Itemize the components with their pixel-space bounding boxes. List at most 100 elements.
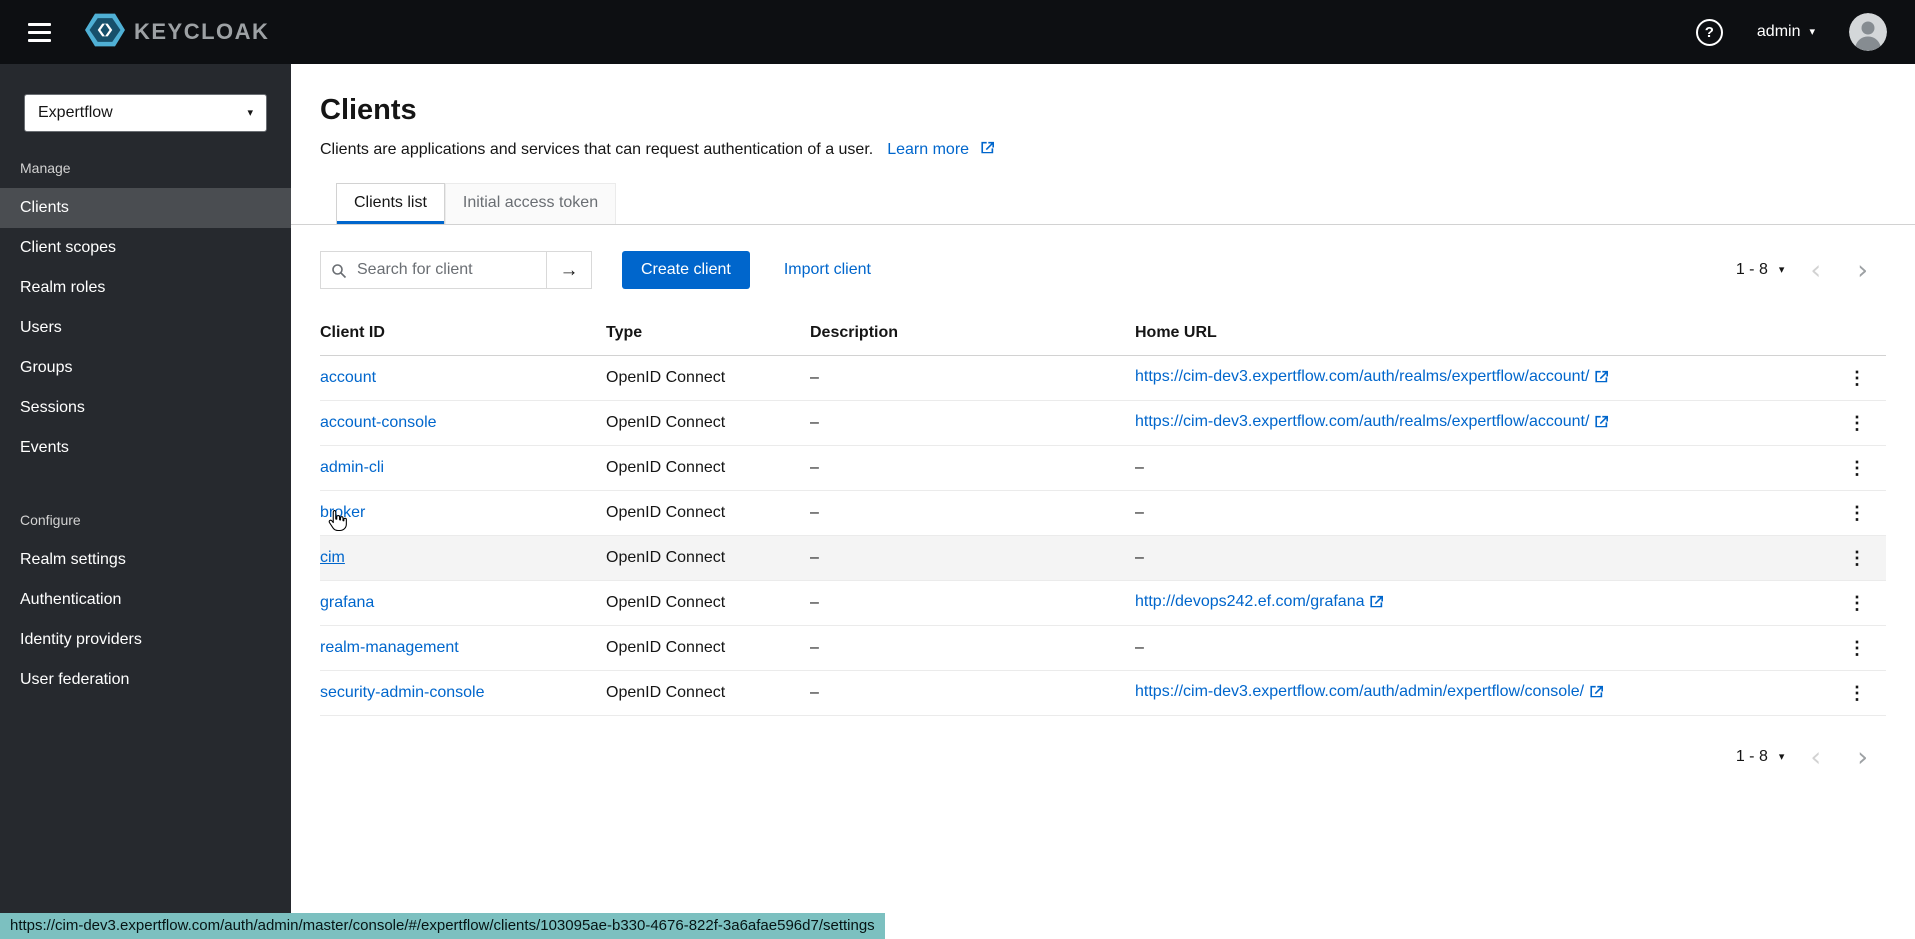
row-actions-kebab-button[interactable]: ⋮: [1840, 412, 1874, 434]
client-description: –: [810, 626, 1135, 671]
client-link[interactable]: security-admin-console: [320, 684, 485, 701]
pagination-next-button[interactable]: ›: [1839, 744, 1886, 771]
pagination-prev-button[interactable]: ‹: [1792, 257, 1839, 284]
keycloak-logo-icon: [85, 12, 125, 53]
home-url-link[interactable]: https://cim-dev3.expertflow.com/auth/rea…: [1135, 413, 1589, 430]
sidebar-item-user-federation[interactable]: User federation: [0, 660, 291, 700]
sidebar-item-authentication[interactable]: Authentication: [0, 580, 291, 620]
masthead-actions: ? admin ▾: [1696, 13, 1915, 51]
keycloak-logo[interactable]: KEYCLOAK: [85, 12, 269, 53]
learn-more-link[interactable]: Learn more: [887, 141, 994, 159]
sidebar-item-clients[interactable]: Clients: [0, 188, 291, 228]
sidebar-item-events[interactable]: Events: [0, 428, 291, 468]
row-actions-kebab-button[interactable]: ⋮: [1840, 367, 1874, 389]
row-actions-kebab-button[interactable]: ⋮: [1840, 637, 1874, 659]
pagination-menu-toggle[interactable]: 1 - 8 ▾: [1728, 255, 1793, 285]
column-type: Type: [606, 311, 810, 356]
sidebar-item-client-scopes[interactable]: Client scopes: [0, 228, 291, 268]
realm-selector[interactable]: Expertflow ▾: [24, 94, 267, 132]
clients-toolbar: → Create client Import client 1 - 8 ▾ ‹ …: [320, 251, 1886, 289]
pagination-prev-button[interactable]: ‹: [1792, 744, 1839, 771]
client-link[interactable]: account-console: [320, 414, 437, 431]
pagination-bottom: 1 - 8 ▾ ‹ ›: [1728, 742, 1886, 772]
sidebar-item-realm-roles[interactable]: Realm roles: [0, 268, 291, 308]
client-type: OpenID Connect: [606, 581, 810, 626]
avatar[interactable]: [1849, 13, 1887, 51]
tab-clients-list[interactable]: Clients list: [336, 183, 445, 224]
import-client-link[interactable]: Import client: [784, 261, 871, 279]
home-url-link[interactable]: https://cim-dev3.expertflow.com/auth/adm…: [1135, 683, 1584, 700]
nav-section-configure-label: Configure: [0, 468, 291, 540]
column-description: Description: [810, 311, 1135, 356]
hamburger-icon: [28, 23, 51, 42]
menu-toggle-button[interactable]: [20, 10, 59, 55]
table-row: broker OpenID Connect – – ⋮: [320, 491, 1886, 536]
client-description: –: [810, 536, 1135, 581]
client-link[interactable]: account: [320, 369, 376, 386]
tab-initial-access-token[interactable]: Initial access token: [445, 183, 616, 224]
chevron-down-icon: ▾: [1779, 752, 1785, 763]
search-input[interactable]: [321, 252, 546, 288]
row-actions-kebab-button[interactable]: ⋮: [1840, 502, 1874, 524]
client-link[interactable]: broker: [320, 504, 365, 521]
search-submit-button[interactable]: →: [546, 251, 592, 289]
table-row: account OpenID Connect – https://cim-dev…: [320, 356, 1886, 401]
client-type: OpenID Connect: [606, 356, 810, 401]
home-url-link[interactable]: http://devops242.ef.com/grafana: [1135, 593, 1364, 610]
sidebar-item-identity-providers[interactable]: Identity providers: [0, 620, 291, 660]
client-type: OpenID Connect: [606, 536, 810, 581]
clients-table: Client ID Type Description Home URL acco…: [320, 311, 1886, 716]
table-header-row: Client ID Type Description Home URL: [320, 311, 1886, 356]
client-type: OpenID Connect: [606, 671, 810, 716]
client-type: OpenID Connect: [606, 626, 810, 671]
client-description: –: [810, 581, 1135, 626]
sidebar-item-sessions[interactable]: Sessions: [0, 388, 291, 428]
client-link[interactable]: grafana: [320, 594, 374, 611]
client-description: –: [810, 446, 1135, 491]
page-description: Clients are applications and services th…: [320, 141, 873, 159]
pagination-menu-toggle[interactable]: 1 - 8 ▾: [1728, 742, 1793, 772]
client-type: OpenID Connect: [606, 446, 810, 491]
brand-text: KEYCLOAK: [134, 19, 269, 45]
sidebar-item-groups[interactable]: Groups: [0, 348, 291, 388]
client-description: –: [810, 401, 1135, 446]
row-actions-kebab-button[interactable]: ⋮: [1840, 457, 1874, 479]
row-actions-kebab-button[interactable]: ⋮: [1840, 547, 1874, 569]
external-link-icon: [981, 141, 994, 159]
client-link[interactable]: realm-management: [320, 639, 459, 656]
client-home-url: –: [1135, 536, 1838, 581]
arrow-right-icon: →: [560, 260, 579, 281]
pagination-top: 1 - 8 ▾ ‹ ›: [1728, 255, 1886, 285]
masthead: KEYCLOAK ? admin ▾: [0, 0, 1915, 64]
column-actions: [1838, 311, 1886, 356]
home-url-link[interactable]: https://cim-dev3.expertflow.com/auth/rea…: [1135, 368, 1589, 385]
table-row: admin-cli OpenID Connect – – ⋮: [320, 446, 1886, 491]
pagination-next-button[interactable]: ›: [1839, 257, 1886, 284]
table-row: realm-management OpenID Connect – – ⋮: [320, 626, 1886, 671]
external-link-icon: [1595, 370, 1608, 388]
client-link[interactable]: admin-cli: [320, 459, 384, 476]
help-button[interactable]: ?: [1696, 19, 1723, 46]
column-home-url: Home URL: [1135, 311, 1838, 356]
chevron-down-icon: ▾: [1809, 27, 1815, 38]
username: admin: [1757, 23, 1801, 41]
search-icon: [331, 263, 347, 284]
client-description: –: [810, 491, 1135, 536]
sidebar-item-users[interactable]: Users: [0, 308, 291, 348]
client-description: –: [810, 356, 1135, 401]
help-icon: ?: [1705, 24, 1714, 41]
client-description: –: [810, 671, 1135, 716]
tabs: Clients list Initial access token: [291, 183, 1915, 225]
nav-section-configure: Configure Realm settings Authentication …: [0, 468, 291, 700]
row-actions-kebab-button[interactable]: ⋮: [1840, 592, 1874, 614]
tab-clients-list-label: Clients list: [354, 194, 427, 211]
user-menu[interactable]: admin ▾: [1751, 22, 1821, 42]
table-row: grafana OpenID Connect – http://devops24…: [320, 581, 1886, 626]
pagination-range-label: 1 - 8: [1736, 748, 1768, 766]
status-url: https://cim-dev3.expertflow.com/auth/adm…: [0, 913, 885, 939]
create-client-button[interactable]: Create client: [622, 251, 750, 289]
page-title: Clients: [320, 94, 1886, 127]
client-link[interactable]: cim: [320, 549, 345, 566]
sidebar-item-realm-settings[interactable]: Realm settings: [0, 540, 291, 580]
row-actions-kebab-button[interactable]: ⋮: [1840, 682, 1874, 704]
